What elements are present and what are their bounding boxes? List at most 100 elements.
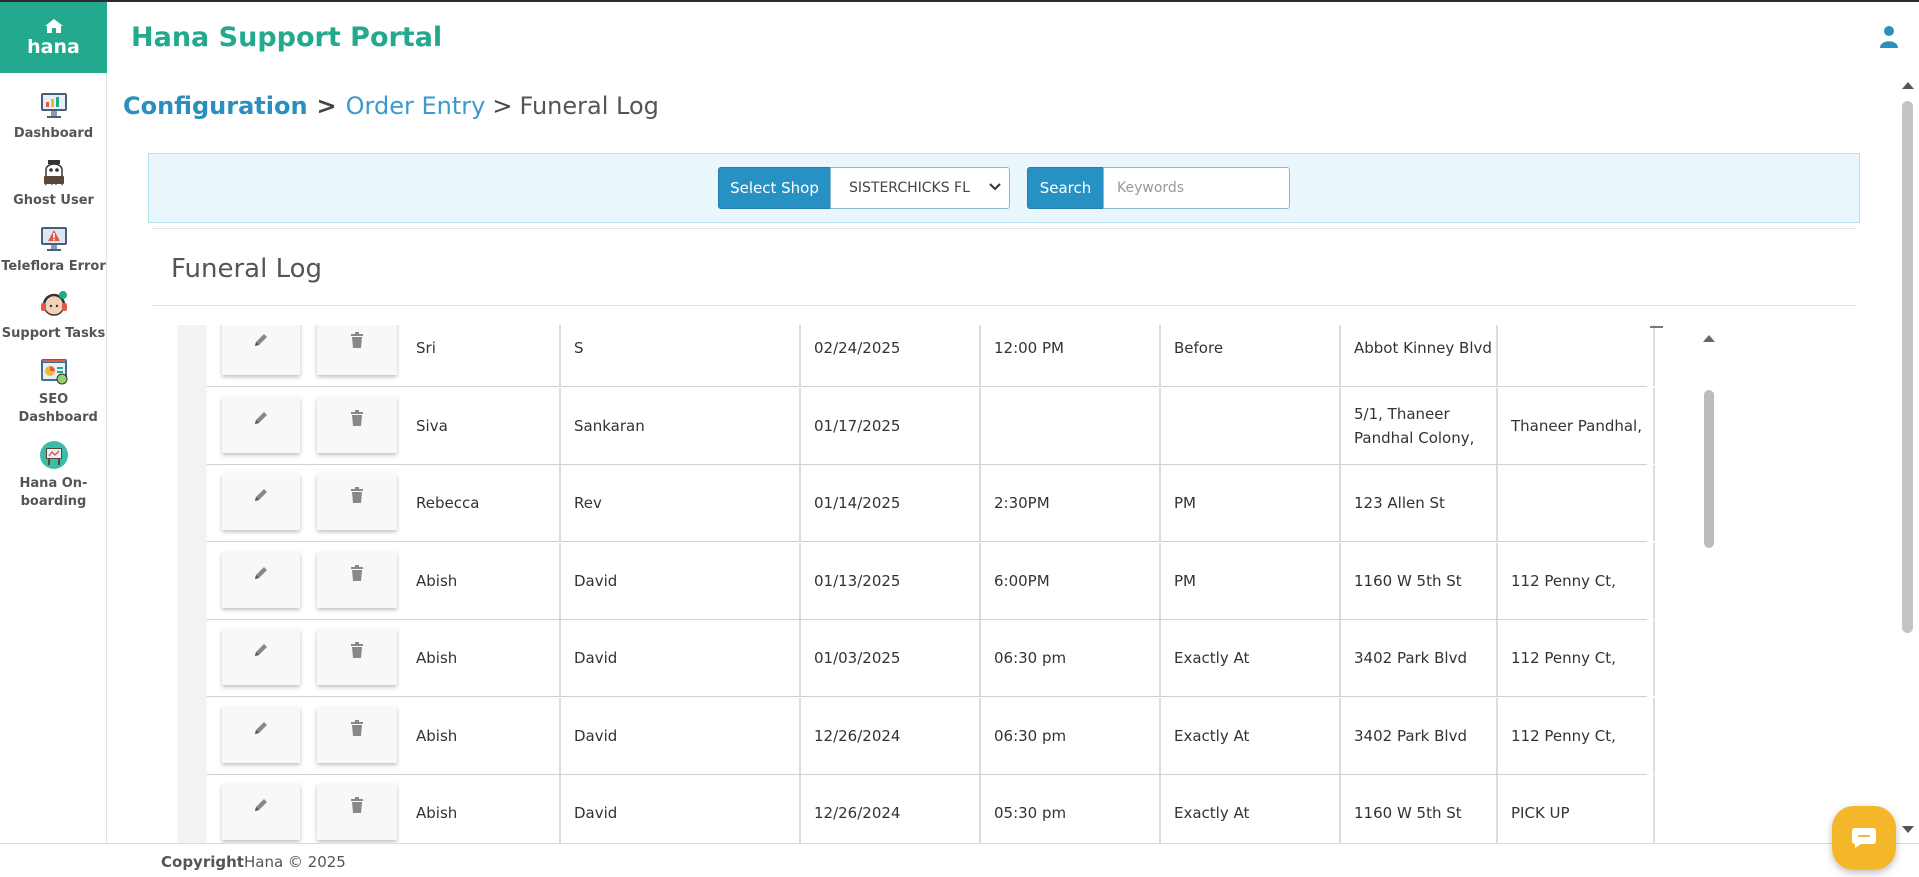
edit-button[interactable] — [222, 784, 300, 840]
brand-name: hana — [27, 35, 80, 58]
sidebar-item-ghost-user[interactable]: Ghost User — [0, 156, 107, 210]
last-name-cell: Sankaran — [561, 387, 801, 464]
first-name-cell: Abish — [403, 775, 561, 844]
table-scrollbar[interactable] — [1698, 325, 1720, 844]
pencil-icon — [255, 644, 267, 656]
sidebar-item-support-tasks[interactable]: Support Tasks — [0, 289, 107, 343]
delete-button[interactable] — [317, 629, 397, 685]
first-name-cell: Abish — [403, 620, 561, 696]
last-name-cell: David — [561, 697, 801, 774]
delete-button[interactable] — [317, 706, 397, 763]
home-icon — [44, 18, 63, 33]
table-row: Abish David 12/26/2024 05:30 pm Exactly At 11… — [207, 775, 1655, 844]
edit-button[interactable] — [222, 551, 300, 608]
search-button[interactable]: Search — [1027, 167, 1104, 209]
first-name-cell: Rebecca — [403, 465, 561, 541]
scroll-up-arrow-icon[interactable] — [1901, 80, 1915, 90]
shop-select-value: SISTERCHICKS FL — [849, 180, 970, 196]
dashboard-icon — [40, 93, 67, 118]
breadcrumb-current: Funeral Log — [519, 92, 659, 120]
select-shop-label: Select Shop — [718, 167, 831, 209]
trash-icon — [351, 797, 363, 813]
delete-button[interactable] — [317, 551, 397, 608]
chat-icon — [1852, 828, 1876, 848]
page-scrollbar[interactable] — [1897, 76, 1919, 844]
collapse-indicator — [1650, 326, 1663, 328]
ghost-user-icon — [43, 159, 64, 186]
divider — [152, 228, 1856, 229]
sidebar-item-teleflora-error[interactable]: Teleflora Error — [0, 222, 107, 276]
funeral-log-table[interactable]: Sri S 02/24/2025 12:00 PM Before Abbot Kinney… — [177, 325, 1720, 844]
scroll-up-arrow-icon[interactable] — [1702, 333, 1716, 343]
timing-cell: Before — [1161, 325, 1341, 386]
edit-button[interactable] — [222, 706, 300, 763]
delete-button[interactable] — [317, 474, 397, 530]
sidebar-item-label: Dashboard — [13, 126, 94, 141]
portal-title: Hana Support Portal — [131, 22, 443, 53]
timing-cell: PM — [1161, 542, 1341, 619]
sidebar-item-dashboard[interactable]: Dashboard — [0, 89, 107, 143]
sidebar-item-seo-dashboard[interactable]: SEO Dashboard — [0, 355, 107, 426]
pencil-icon — [255, 799, 267, 811]
sidebar-item-hana-onboarding[interactable]: Hana On-boarding — [0, 439, 107, 510]
last-name-cell: David — [561, 620, 801, 696]
first-name-cell: Siva — [403, 387, 561, 464]
address-cell: 5/1, Thaneer Pandhal Colony, — [1341, 387, 1498, 464]
chat-button[interactable] — [1832, 806, 1896, 870]
pencil-icon — [255, 411, 267, 424]
edit-button[interactable] — [222, 325, 300, 375]
date-cell: 12/26/2024 — [801, 697, 981, 774]
user-account-icon[interactable] — [1879, 25, 1899, 49]
breadcrumb-separator: > — [492, 92, 513, 120]
last-name-cell: S — [561, 325, 801, 386]
timing-cell: Exactly At — [1161, 697, 1341, 774]
address-cell: 1160 W 5th St — [1341, 775, 1498, 844]
edit-button[interactable] — [222, 629, 300, 685]
edit-button[interactable] — [222, 474, 300, 530]
date-cell: 01/03/2025 — [801, 620, 981, 696]
address-cell: Abbot Kinney Blvd — [1341, 325, 1498, 386]
teleflora-error-icon — [40, 227, 67, 252]
breadcrumb-order-entry[interactable]: Order Entry — [346, 92, 486, 120]
page-scrollbar-thumb[interactable] — [1902, 101, 1913, 633]
timing-cell: Exactly At — [1161, 775, 1341, 844]
time-cell — [981, 387, 1161, 464]
last-name-cell: David — [561, 775, 801, 844]
delete-button[interactable] — [317, 396, 397, 453]
date-cell: 12/26/2024 — [801, 775, 981, 844]
scroll-down-arrow-icon[interactable] — [1901, 825, 1915, 835]
time-cell: 6:00PM — [981, 542, 1161, 619]
address-cell: 1160 W 5th St — [1341, 542, 1498, 619]
breadcrumb-configuration[interactable]: Configuration — [123, 92, 308, 120]
shop-select[interactable]: SISTERCHICKS FL — [830, 167, 1010, 209]
table-row: Abish David 01/13/2025 6:00PM PM 1160 W 5th S… — [207, 542, 1655, 620]
trash-icon — [351, 409, 363, 426]
divider — [152, 305, 1856, 306]
chevron-down-icon — [989, 183, 1001, 191]
table-row: Sri S 02/24/2025 12:00 PM Before Abbot Kinney… — [207, 325, 1655, 387]
address2-cell — [1498, 465, 1655, 541]
date-cell: 01/17/2025 — [801, 387, 981, 464]
date-cell: 01/14/2025 — [801, 465, 981, 541]
trash-icon — [351, 564, 363, 581]
pencil-icon — [255, 489, 267, 501]
last-name-cell: Rev — [561, 465, 801, 541]
edit-button[interactable] — [222, 396, 300, 453]
time-cell: 12:00 PM — [981, 325, 1161, 386]
trash-icon — [351, 642, 363, 658]
seo-dashboard-icon — [40, 359, 67, 385]
search-input[interactable] — [1103, 167, 1290, 209]
sidebar-item-label: Hana On-boarding — [19, 476, 88, 509]
section-title: Funeral Log — [171, 254, 323, 284]
table-scrollbar-thumb[interactable] — [1704, 390, 1714, 548]
copyright-label: Copyright — [161, 853, 244, 871]
delete-button[interactable] — [317, 784, 397, 840]
address2-cell: PICK UP — [1498, 775, 1655, 844]
delete-button[interactable] — [317, 325, 397, 375]
support-tasks-icon — [40, 290, 67, 316]
address-cell: 123 Allen St — [1341, 465, 1498, 541]
trash-icon — [351, 332, 363, 348]
brand-home-link[interactable]: hana — [0, 2, 107, 73]
address2-cell: Thaneer Pandhal, — [1498, 387, 1655, 464]
trash-icon — [351, 719, 363, 736]
